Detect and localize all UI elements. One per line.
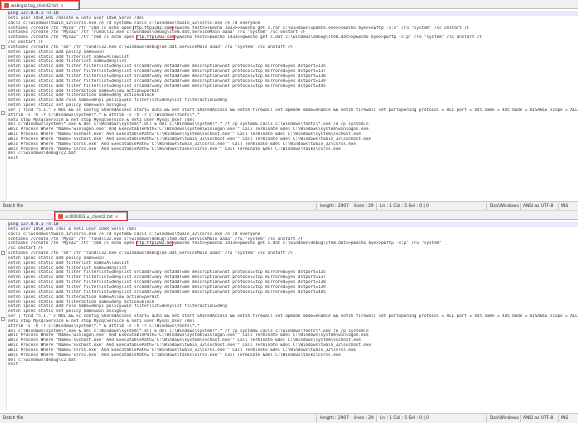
file-tab[interactable]: sc000003.u_client2.txt × xyxy=(54,211,128,221)
code-line[interactable]: exit xyxy=(8,156,578,161)
divider xyxy=(558,415,559,422)
fold-gutter[interactable] xyxy=(0,221,7,411)
highlighted-domain: ftp.ftp1202.com xyxy=(133,25,173,31)
cursor-position: Ln : 1 Col : 5 Sel : 0 | 0 xyxy=(380,416,429,421)
length-readout: length : 2907 xyxy=(320,204,349,209)
divider xyxy=(520,203,521,210)
divider xyxy=(520,415,521,422)
divider xyxy=(486,203,487,210)
encoding[interactable]: ANSI as UTF-8 xyxy=(523,416,553,421)
fold-marker-icon[interactable] xyxy=(1,251,5,255)
editor-pane-top: wsbrgiz.tsg_client2.txt × ping 127.0.0.1… xyxy=(0,0,578,211)
code-lines: ping 127.0.0.1 -n 10 net1 user IUSR_ERS /… xyxy=(8,222,578,367)
tab-bar: sc000003.u_client2.txt × xyxy=(0,211,578,221)
fold-gutter[interactable] xyxy=(0,10,7,200)
close-tab-icon[interactable]: × xyxy=(115,214,119,219)
cursor-position: Ln : 1 Col : 5 Sel : 0 | 0 xyxy=(380,204,429,209)
highlighted-domain: ftp.ftp1202.me xyxy=(135,241,173,247)
insert-mode[interactable]: INS xyxy=(561,204,568,209)
close-tab-icon[interactable]: × xyxy=(60,3,64,8)
file-type: Batch file xyxy=(3,204,24,209)
fold-marker-icon[interactable] xyxy=(1,111,5,115)
tab-bar: wsbrgiz.tsg_client2.txt × xyxy=(0,0,578,10)
fold-marker-icon[interactable] xyxy=(1,317,5,321)
file-tab[interactable]: wsbrgiz.tsg_client2.txt × xyxy=(0,0,80,10)
divider xyxy=(376,203,377,210)
divider xyxy=(376,415,377,422)
tab-label: sc000003.u_client2.txt xyxy=(65,214,113,219)
text-editor[interactable]: ping 127.0.0.1 -n 10 net1 user IUSR_ERS /… xyxy=(0,221,578,411)
file-type: Batch file xyxy=(3,416,24,421)
file-icon xyxy=(4,3,9,8)
lines-readout: lines : 29 xyxy=(354,204,374,209)
file-icon xyxy=(58,214,63,219)
eol-format[interactable]: Dos\Windows xyxy=(490,416,519,421)
divider xyxy=(316,415,317,422)
divider xyxy=(316,203,317,210)
highlighted-domain: ftp.ftp1202.com xyxy=(135,35,176,41)
divider xyxy=(486,415,487,422)
fold-marker-icon[interactable] xyxy=(1,45,5,49)
encoding[interactable]: ANSI as UTF-8 xyxy=(523,204,553,209)
editor-pane-bottom: sc000003.u_client2.txt × ping 127.0.0.1 … xyxy=(0,211,578,423)
status-bar: Batch file length : 2907 lines : 29 Ln :… xyxy=(0,413,578,423)
length-readout: length : 2907 xyxy=(320,416,349,421)
eol-format[interactable]: Dos\Windows xyxy=(490,204,519,209)
insert-mode[interactable]: INS xyxy=(561,416,568,421)
lines-readout: lines : 29 xyxy=(354,416,374,421)
code-lines: ping 127.0.0.1 -n 10 net1 user IUSR_ERS /… xyxy=(8,11,578,161)
code-line[interactable]: exit xyxy=(8,362,578,367)
text-editor[interactable]: ping 127.0.0.1 -n 10 net1 user IUSR_ERS /… xyxy=(0,10,578,200)
tab-label: wsbrgiz.tsg_client2.txt xyxy=(11,3,59,8)
divider xyxy=(558,203,559,210)
